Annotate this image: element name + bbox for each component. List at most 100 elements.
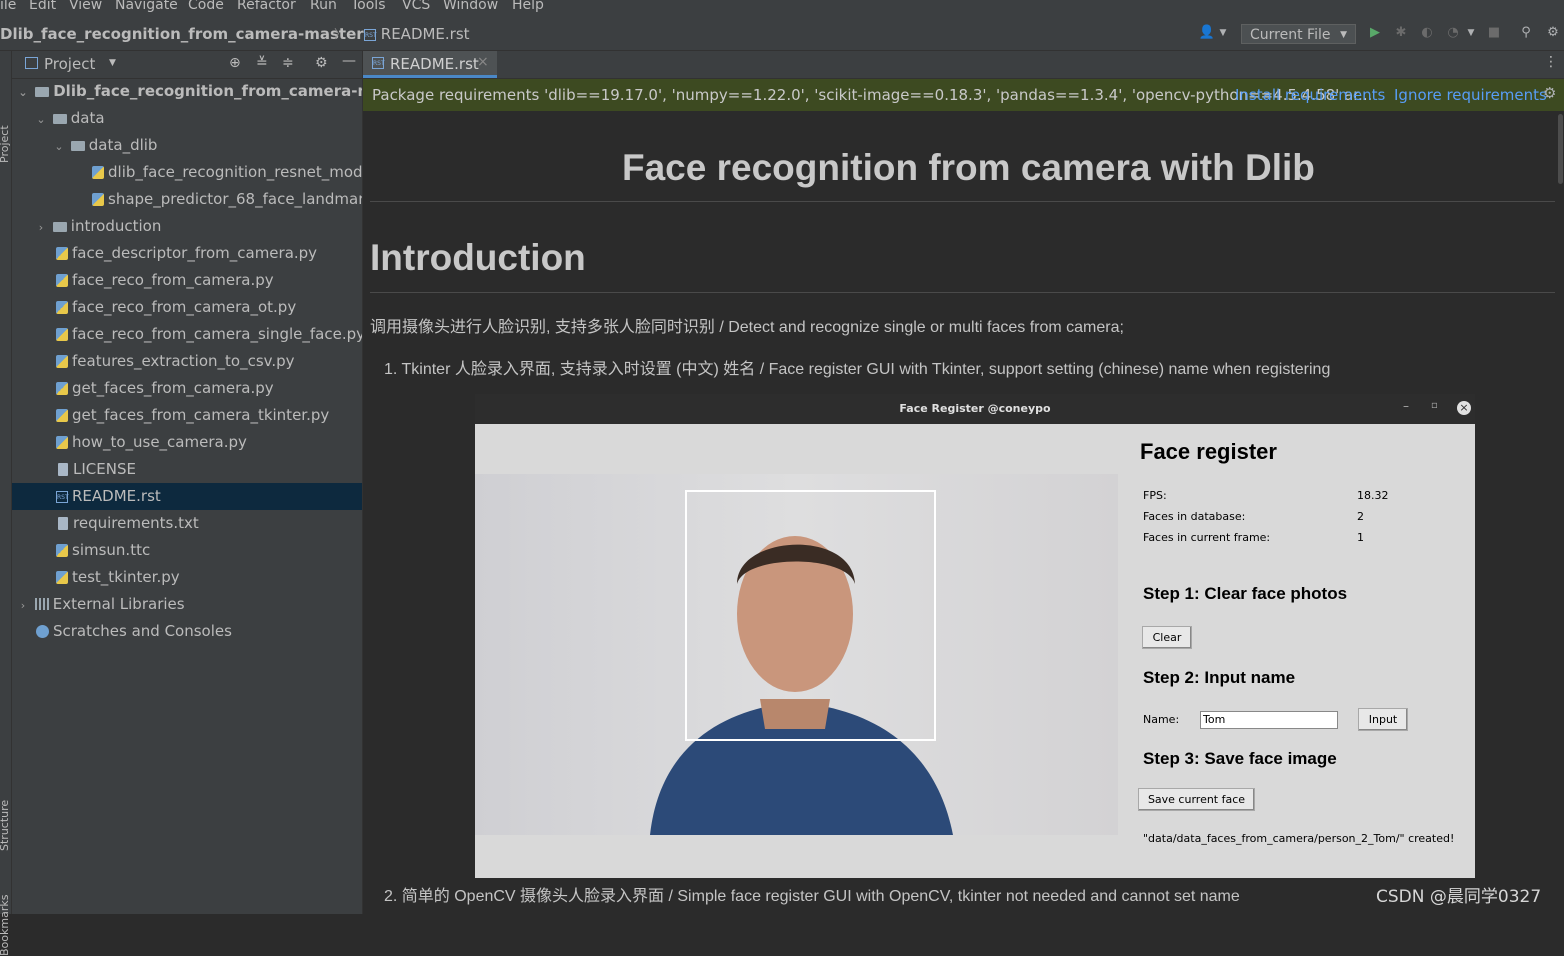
menu-view[interactable]: View	[69, 0, 102, 13]
fps-label: FPS:	[1143, 489, 1167, 502]
close-icon[interactable]: ×	[477, 54, 489, 70]
menu-refactor[interactable]: Refactor	[237, 0, 296, 13]
menu-edit[interactable]: Edit	[29, 0, 56, 13]
tree-item-file[interactable]: get_faces_from_camera_tkinter.py	[12, 402, 362, 429]
tree-item-introduction[interactable]: › introduction	[12, 213, 362, 240]
tree-item-file[interactable]: features_extraction_to_csv.py	[12, 348, 362, 375]
menu-vcs[interactable]: VCS	[402, 0, 430, 13]
tree-item-data[interactable]: ⌄ data	[12, 105, 362, 132]
settings-gear-icon[interactable]: ⚙	[1544, 24, 1562, 42]
run-config-select[interactable]: Current File ▼	[1241, 24, 1356, 44]
maximize-icon: ▫	[1431, 400, 1438, 411]
tree-item-file[interactable]: face_reco_from_camera.py	[12, 267, 362, 294]
hide-panel-icon[interactable]: —	[342, 53, 356, 69]
side-tab-bookmarks[interactable]: Bookmarks	[0, 895, 11, 956]
tree-item-file[interactable]: test_tkinter.py	[12, 564, 362, 591]
tree-item-file[interactable]: requirements.txt	[12, 510, 362, 537]
menu-file[interactable]: ile	[0, 0, 16, 13]
menu-tools[interactable]: Tools	[351, 0, 386, 13]
coverage-icon[interactable]: ◐	[1418, 24, 1436, 42]
vertical-scrollbar[interactable]	[1558, 112, 1564, 914]
user-dropdown-icon[interactable]: ▼	[1214, 24, 1232, 42]
banner-settings-gear-icon[interactable]: ⚙	[1543, 84, 1556, 102]
rst-file-icon: RST	[372, 57, 385, 69]
menu-run[interactable]: Run	[310, 0, 337, 13]
faces-in-frame-value: 1	[1357, 531, 1364, 544]
tab-readme[interactable]: RST README.rst ×	[363, 51, 497, 78]
project-view-title[interactable]: Project	[44, 55, 95, 73]
more-run-dropdown-icon[interactable]: ▼	[1462, 24, 1480, 42]
tree-item-label: External Libraries	[52, 595, 185, 613]
text-file-icon	[58, 463, 68, 476]
breadcrumb-separator-icon: 〉	[334, 27, 347, 41]
camera-view	[475, 474, 1118, 835]
search-icon[interactable]: ⚲	[1517, 24, 1535, 42]
chevron-down-icon[interactable]: ⌄	[34, 106, 48, 132]
tree-item-label: LICENSE	[73, 460, 136, 478]
chevron-right-icon[interactable]: ›	[34, 214, 48, 240]
project-view-dropdown-icon[interactable]: ▼	[109, 58, 116, 68]
tree-item-label: Scratches and Consoles	[53, 622, 232, 640]
menu-help[interactable]: Help	[512, 0, 544, 13]
tree-item-file[interactable]: LICENSE	[12, 456, 362, 483]
tree-item-file[interactable]: face_descriptor_from_camera.py	[12, 240, 362, 267]
side-tab-structure[interactable]: Structure	[0, 800, 11, 851]
expand-all-icon[interactable]: ≚	[256, 55, 268, 71]
list-item-2: 2. 简单的 OpenCV 摄像头人脸录入界面 / Simple face re…	[384, 888, 1240, 905]
tree-item-project-root[interactable]: ⌄ Dlib_face_recognition_from_camera-ma	[12, 78, 362, 105]
menu-window[interactable]: Window	[443, 0, 498, 13]
tree-item-file[interactable]: simsun.ttc	[12, 537, 362, 564]
save-current-face-button: Save current face	[1138, 788, 1255, 811]
chevron-down-icon[interactable]: ⌄	[52, 133, 66, 159]
tree-item-label: features_extraction_to_csv.py	[72, 352, 295, 370]
list-item-1: 1. Tkinter 人脸录入界面, 支持录入时设置 (中文) 姓名 / Fac…	[384, 361, 1331, 378]
tree-item-label: simsun.ttc	[72, 541, 151, 559]
tree-item-label: requirements.txt	[73, 514, 199, 532]
menu-code[interactable]: Code	[188, 0, 224, 13]
breadcrumb-project[interactable]: Dlib_face_recognition_from_camera-master	[0, 25, 364, 43]
menu-navigate[interactable]: Navigate	[115, 0, 178, 13]
python-file-icon	[56, 355, 68, 368]
tree-item-scratches[interactable]: Scratches and Consoles	[12, 618, 362, 645]
python-file-icon	[56, 409, 68, 422]
tab-label: README.rst	[390, 55, 479, 73]
tree-item-file[interactable]: how_to_use_camera.py	[12, 429, 362, 456]
profile-icon[interactable]: ◔	[1444, 24, 1462, 42]
chevron-down-icon[interactable]: ⌄	[16, 79, 30, 105]
fps-value: 18.32	[1357, 489, 1389, 502]
divider	[370, 292, 1555, 293]
tree-item-label: how_to_use_camera.py	[72, 433, 247, 451]
project-view-icon	[25, 57, 38, 69]
intro-paragraph: 调用摄像头进行人脸识别, 支持多张人脸同时识别 / Detect and rec…	[370, 319, 1124, 336]
tree-item-file[interactable]: face_reco_from_camera_single_face.py	[12, 321, 362, 348]
tree-item-file[interactable]: get_faces_from_camera.py	[12, 375, 362, 402]
tree-item-external-libraries[interactable]: › External Libraries	[12, 591, 362, 618]
requirements-banner: Package requirements 'dlib==19.17.0', 'n…	[363, 79, 1564, 111]
stop-icon[interactable]: ■	[1485, 24, 1503, 42]
breadcrumb-file[interactable]: RST README.rst	[364, 25, 470, 43]
scrollbar-thumb[interactable]	[1558, 114, 1563, 184]
rst-file-icon: RST	[56, 490, 69, 503]
locate-file-icon[interactable]: ⊕	[229, 55, 241, 71]
name-label: Name:	[1143, 713, 1180, 726]
tree-item-label: shape_predictor_68_face_landmarks	[108, 190, 362, 208]
tree-item-shape-predictor[interactable]: shape_predictor_68_face_landmarks	[12, 186, 362, 213]
ignore-requirements-link[interactable]: Ignore requirements	[1394, 86, 1547, 104]
more-options-icon[interactable]: ⋮	[1544, 54, 1558, 70]
tree-item-file[interactable]: face_reco_from_camera_ot.py	[12, 294, 362, 321]
input-button: Input	[1358, 708, 1408, 731]
tree-item-label: dlib_face_recognition_resnet_mode	[108, 163, 362, 181]
panel-settings-gear-icon[interactable]: ⚙	[315, 55, 328, 71]
tree-item-data-dlib[interactable]: ⌄ data_dlib	[12, 132, 362, 159]
run-icon[interactable]: ▶	[1366, 24, 1384, 42]
tree-item-resnet-model[interactable]: dlib_face_recognition_resnet_mode	[12, 159, 362, 186]
side-tab-project[interactable]: Project	[0, 125, 11, 163]
step1-heading: Step 1: Clear face photos	[1143, 584, 1348, 603]
collapse-all-icon[interactable]: ≑	[282, 55, 294, 71]
close-icon: ×	[1457, 401, 1471, 415]
tree-item-file-selected[interactable]: RST README.rst	[12, 483, 362, 510]
debug-icon[interactable]: ✱	[1392, 24, 1410, 42]
divider	[370, 201, 1555, 202]
chevron-right-icon[interactable]: ›	[16, 592, 30, 618]
install-requirements-link[interactable]: Install requirements	[1235, 86, 1385, 104]
